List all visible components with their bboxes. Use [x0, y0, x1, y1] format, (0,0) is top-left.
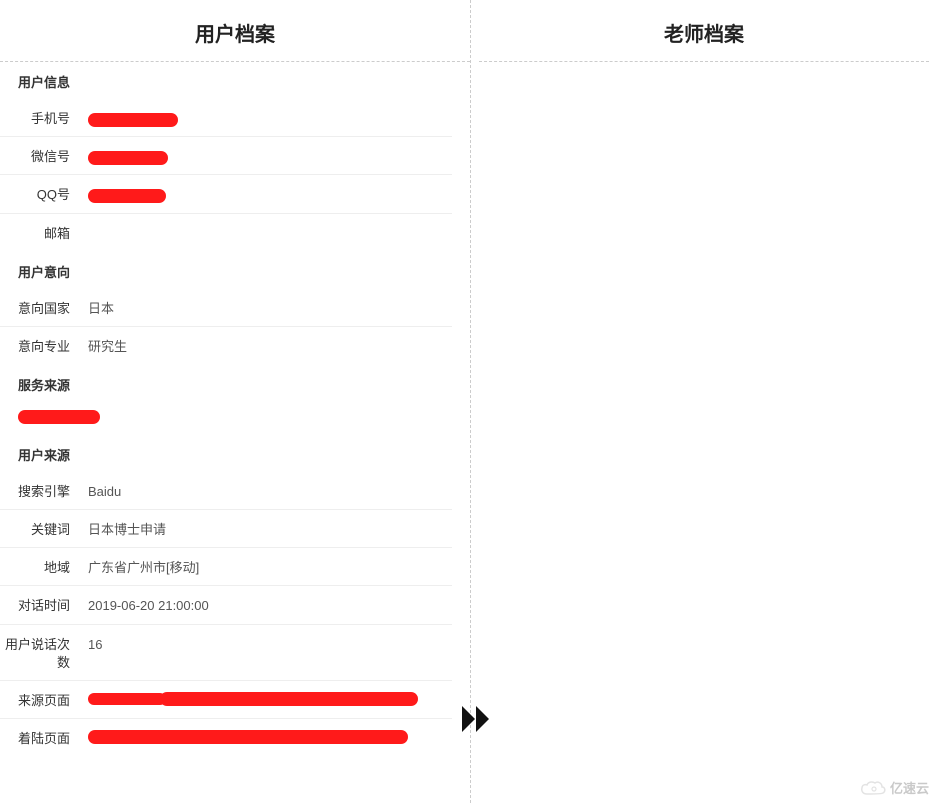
row-qq: QQ号	[0, 175, 452, 213]
double-arrow-icon	[461, 704, 495, 734]
chattime-label: 对话时间	[0, 594, 88, 615]
row-speakcount: 用户说话次数 16	[0, 625, 452, 681]
keyword-label: 关键词	[0, 518, 88, 539]
region-label: 地域	[0, 556, 88, 577]
redacted-value	[88, 189, 166, 203]
section-user-source: 搜索引擎 Baidu 关键词 日本博士申请 地域 广东省广州市[移动] 对话时间…	[0, 472, 470, 757]
section-intention: 意向国家 日本 意向专业 研究生	[0, 289, 470, 365]
teacher-profile-title: 老师档案	[479, 0, 929, 62]
qq-label: QQ号	[0, 183, 88, 204]
major-label: 意向专业	[0, 335, 88, 356]
section-service-header: 服务来源	[0, 365, 470, 402]
phone-value	[88, 107, 452, 128]
row-email: 邮箱	[0, 214, 452, 252]
country-label: 意向国家	[0, 297, 88, 318]
redacted-value	[88, 730, 408, 744]
srcpage-label: 来源页面	[0, 689, 88, 710]
keyword-value: 日本博士申请	[88, 518, 452, 539]
user-profile-panel: 用户档案 用户信息 手机号 微信号 QQ号 邮箱 用户意向	[0, 0, 470, 803]
row-chattime: 对话时间 2019-06-20 21:00:00	[0, 586, 452, 624]
qq-value	[88, 183, 452, 204]
redacted-value	[18, 410, 100, 424]
email-label: 邮箱	[0, 222, 88, 243]
engine-label: 搜索引擎	[0, 480, 88, 501]
email-value	[88, 222, 452, 225]
row-phone: 手机号	[0, 99, 452, 137]
cloud-icon	[860, 779, 886, 797]
engine-value: Baidu	[88, 480, 452, 501]
row-engine: 搜索引擎 Baidu	[0, 472, 452, 510]
major-value: 研究生	[88, 335, 452, 356]
speakcount-value: 16	[88, 633, 452, 654]
row-landpage: 着陆页面	[0, 719, 452, 757]
row-major: 意向专业 研究生	[0, 327, 452, 365]
section-user-source-header: 用户来源	[0, 435, 470, 472]
row-region: 地域 广东省广州市[移动]	[0, 548, 452, 586]
row-keyword: 关键词 日本博士申请	[0, 510, 452, 548]
landpage-value	[88, 727, 452, 744]
row-country: 意向国家 日本	[0, 289, 452, 327]
speakcount-label: 用户说话次数	[0, 633, 88, 672]
teacher-profile-panel: 老师档案	[470, 0, 937, 803]
watermark: 亿速云	[860, 778, 929, 797]
row-service-src	[0, 402, 470, 435]
redacted-value	[88, 113, 178, 127]
phone-label: 手机号	[0, 107, 88, 128]
watermark-text: 亿速云	[890, 778, 929, 797]
row-srcpage: 来源页面	[0, 681, 452, 719]
user-profile-title: 用户档案	[0, 0, 470, 62]
redacted-value	[88, 151, 168, 165]
section-user-info-header: 用户信息	[0, 62, 470, 99]
chattime-value: 2019-06-20 21:00:00	[88, 594, 452, 615]
srcpage-value	[88, 689, 452, 708]
wechat-label: 微信号	[0, 145, 88, 166]
region-value: 广东省广州市[移动]	[88, 556, 452, 577]
landpage-label: 着陆页面	[0, 727, 88, 748]
row-wechat: 微信号	[0, 137, 452, 175]
redacted-value	[88, 692, 452, 708]
section-intention-header: 用户意向	[0, 252, 470, 289]
section-user-info: 手机号 微信号 QQ号 邮箱	[0, 99, 470, 252]
country-value: 日本	[88, 297, 452, 318]
wechat-value	[88, 145, 452, 166]
